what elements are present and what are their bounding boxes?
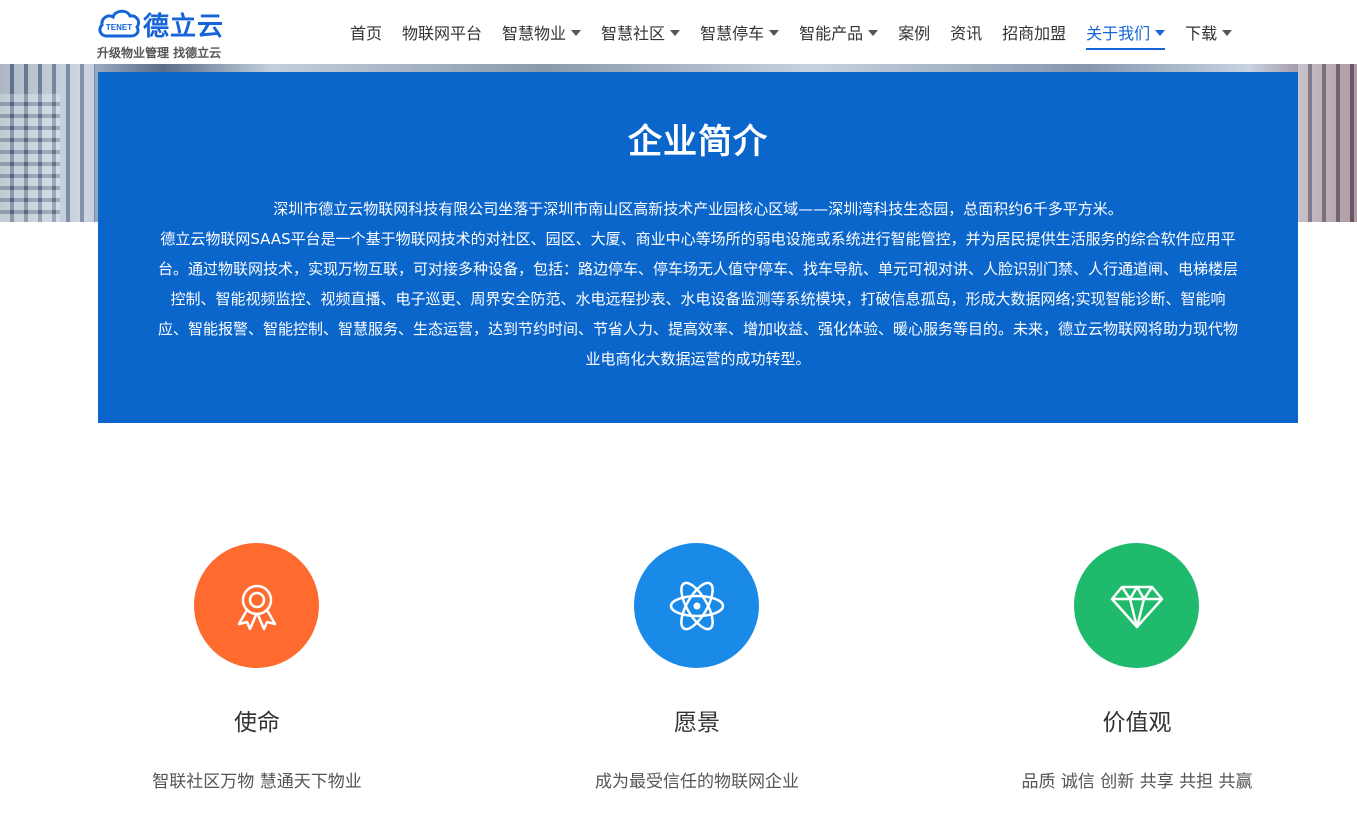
nav-label: 首页 [350,24,383,43]
logo-mark-text: TENET [106,23,132,32]
core-values-title: 价值观 [1102,710,1172,736]
nav-item-smart-products[interactable]: 智能产品 [795,0,882,64]
banner-building [1298,64,1357,222]
intro-paragraph-1: 深圳市德立云物联网科技有限公司坐落于深圳市南山区高新技术产业园核心区域——深圳湾… [273,200,1123,218]
caret-down-icon [571,30,582,36]
value-card-vision: 愿景 成为最受信任的物联网企业 [532,540,862,810]
site-header: TENET 德立云 升级物业管理 找德立云 首页 物联网平台 智慧物业 智慧社区… [0,0,1357,64]
nav-item-smart-community[interactable]: 智慧社区 [597,0,684,64]
nav-item-smart-property[interactable]: 智慧物业 [498,0,585,64]
cloud-logo-icon: TENET [98,9,141,38]
nav-label: 智能产品 [799,24,864,43]
nav-item-download[interactable]: 下载 [1181,0,1236,64]
nav-item-news[interactable]: 资讯 [946,0,986,64]
mission-icon-circle [194,543,319,668]
banner-building [0,94,60,222]
nav-label: 下载 [1185,24,1218,43]
vision-icon-circle [634,543,759,668]
mission-title: 使命 [234,710,280,736]
core-values-desc: 品质 诚信 创新 共享 共担 共赢 [1021,772,1253,792]
intro-title: 企业简介 [628,122,768,162]
nav-item-home[interactable]: 首页 [346,0,386,64]
nav-label: 招商加盟 [1002,24,1067,43]
nav-label: 智慧停车 [700,24,765,43]
nav-item-cases[interactable]: 案例 [894,0,934,64]
nav-label: 案例 [898,24,931,43]
nav-item-franchise[interactable]: 招商加盟 [998,0,1070,64]
nav-label: 关于我们 [1086,24,1151,43]
nav-label: 资讯 [950,24,983,43]
nav-item-smart-parking[interactable]: 智慧停车 [696,0,783,64]
nav-label: 智慧社区 [601,24,666,43]
mission-desc: 智联社区万物 慧通天下物业 [152,772,362,792]
caret-down-icon [1222,30,1233,36]
company-intro-panel: 企业简介 深圳市德立云物联网科技有限公司坐落于深圳市南山区高新技术产业园核心区域… [98,72,1298,423]
diamond-icon [1110,585,1163,628]
values-icon-circle [1074,543,1199,668]
nav-item-iot-platform[interactable]: 物联网平台 [398,0,486,64]
caret-down-icon [1155,30,1166,36]
vision-desc: 成为最受信任的物联网企业 [595,772,799,792]
caret-down-icon [868,30,879,36]
nav-label: 智慧物业 [502,24,567,43]
caret-down-icon [670,30,681,36]
nav-item-about-us[interactable]: 关于我们 [1082,0,1169,64]
value-card-mission: 使命 智联社区万物 慧通天下物业 [92,540,422,810]
brand-logo[interactable]: TENET 德立云 升级物业管理 找德立云 [97,6,237,62]
brand-slogan: 升级物业管理 找德立云 [97,46,222,60]
caret-down-icon [769,30,780,36]
values-section: 使命 智联社区万物 慧通天下物业 愿景 成为最受信任的物联网企业 价值观 品质 … [0,540,1357,830]
intro-text: 深圳市德立云物联网科技有限公司坐落于深圳市南山区高新技术产业园核心区域——深圳湾… [156,194,1240,374]
nav-label: 物联网平台 [402,24,483,43]
main-nav: 首页 物联网平台 智慧物业 智慧社区 智慧停车 智能产品 案例 资讯 招商加盟 … [346,0,1248,64]
brand-name: 德立云 [143,12,225,42]
value-card-core-values: 价值观 品质 诚信 创新 共享 共担 共赢 [972,540,1302,810]
atom-icon [669,581,724,630]
intro-paragraph-2: 德立云物联网SAAS平台是一个基于物联网技术的对社区、园区、大厦、商业中心等场所… [157,230,1238,368]
award-medal-icon [237,584,276,630]
vision-title: 愿景 [674,710,720,736]
